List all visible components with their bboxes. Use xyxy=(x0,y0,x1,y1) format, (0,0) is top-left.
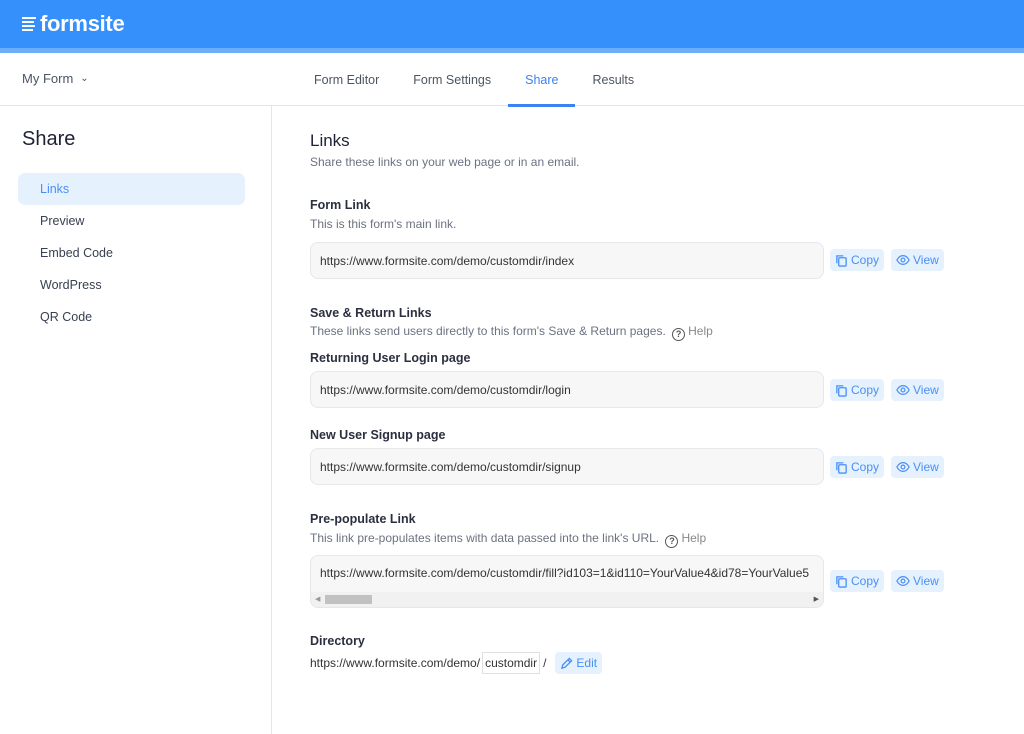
sidebar: Share Links Preview Embed Code WordPress… xyxy=(0,106,272,734)
copy-prepopulate-link-button[interactable]: Copy xyxy=(830,570,885,592)
view-label: View xyxy=(913,253,939,267)
signup-page-label: New User Signup page xyxy=(310,428,446,442)
prepopulate-link-value: https://www.formsite.com/demo/customdir/… xyxy=(320,566,810,580)
sub-navigation: My Form ⌄ Form Editor Form Settings Shar… xyxy=(0,53,1024,107)
form-link-desc: This is this form's main link. xyxy=(310,217,457,231)
logo-lines-icon xyxy=(22,17,36,31)
help-label: Help xyxy=(688,324,713,338)
eye-icon xyxy=(896,385,910,395)
save-return-help-link[interactable]: ? Help xyxy=(669,324,713,341)
login-link-field[interactable]: https://www.formsite.com/demo/customdir/… xyxy=(310,371,824,408)
prepopulate-link-field[interactable]: https://www.formsite.com/demo/customdir/… xyxy=(310,555,824,608)
page-title: Links xyxy=(310,131,350,150)
copy-label: Copy xyxy=(851,460,880,474)
chevron-down-icon: ⌄ xyxy=(80,73,89,84)
edit-label: Edit xyxy=(576,656,598,670)
sidebar-item-preview[interactable]: Preview xyxy=(18,205,245,237)
brand-name: formsite xyxy=(40,11,125,36)
horizontal-scrollbar[interactable]: ◀ ▶ xyxy=(311,592,823,607)
view-login-link-button[interactable]: View xyxy=(891,379,944,401)
eye-icon xyxy=(896,255,910,265)
form-link-label: Form Link xyxy=(310,198,371,212)
view-prepopulate-link-button[interactable]: View xyxy=(891,570,944,592)
help-label: Help xyxy=(681,531,707,545)
tab-form-settings[interactable]: Form Settings xyxy=(396,53,508,106)
scroll-left-arrow-icon[interactable]: ◀ xyxy=(315,595,320,603)
copy-label: Copy xyxy=(851,574,880,588)
page-subtitle: Share these links on your web page or in… xyxy=(310,155,580,169)
signup-link-field[interactable]: https://www.formsite.com/demo/customdir/… xyxy=(310,448,824,485)
sidebar-title: Share xyxy=(22,128,76,150)
tab-results[interactable]: Results xyxy=(575,53,651,106)
eye-icon xyxy=(896,462,910,472)
copy-login-link-button[interactable]: Copy xyxy=(830,379,885,401)
login-page-label: Returning User Login page xyxy=(310,351,471,365)
sidebar-item-links[interactable]: Links xyxy=(18,173,245,205)
copy-signup-link-button[interactable]: Copy xyxy=(830,456,885,478)
sidebar-item-embed-code[interactable]: Embed Code xyxy=(18,237,245,269)
prepopulate-help-link[interactable]: ? Help xyxy=(662,531,707,548)
prepopulate-label: Pre-populate Link xyxy=(310,512,416,526)
view-label: View xyxy=(913,460,939,474)
directory-input[interactable]: customdir xyxy=(482,652,541,674)
eye-icon xyxy=(896,576,910,586)
main-tabs: Form Editor Form Settings Share Results xyxy=(297,53,651,107)
sidebar-list: Links Preview Embed Code WordPress QR Co… xyxy=(18,173,245,333)
tab-share[interactable]: Share xyxy=(508,53,576,107)
copy-form-link-button[interactable]: Copy xyxy=(830,249,885,271)
directory-prefix: https://www.formsite.com/demo/ xyxy=(310,656,481,670)
sidebar-item-wordpress[interactable]: WordPress xyxy=(18,269,245,301)
copy-icon xyxy=(836,254,847,267)
top-bar: formsite xyxy=(0,0,1024,48)
save-return-label: Save & Return Links xyxy=(310,306,432,320)
prepopulate-desc: This link pre-populates items with data … xyxy=(310,531,706,548)
form-link-field[interactable]: https://www.formsite.com/demo/customdir/… xyxy=(310,242,824,279)
form-selector-label: My Form xyxy=(22,71,74,86)
form-selector-dropdown[interactable]: My Form ⌄ xyxy=(22,71,89,86)
directory-suffix: / xyxy=(543,656,547,670)
copy-label: Copy xyxy=(851,383,880,397)
copy-icon xyxy=(836,461,847,474)
help-icon: ? xyxy=(672,328,686,341)
prepopulate-desc-text: This link pre-populates items with data … xyxy=(310,531,660,545)
save-return-desc-text: These links send users directly to this … xyxy=(310,324,666,338)
pencil-icon xyxy=(561,656,573,669)
tab-form-editor[interactable]: Form Editor xyxy=(297,53,396,106)
help-icon: ? xyxy=(665,535,679,548)
scrollbar-thumb[interactable] xyxy=(325,595,372,604)
copy-label: Copy xyxy=(851,253,880,267)
copy-icon xyxy=(836,575,847,588)
view-signup-link-button[interactable]: View xyxy=(891,456,944,478)
scroll-right-arrow-icon[interactable]: ▶ xyxy=(814,595,819,603)
directory-label: Directory xyxy=(310,634,365,648)
view-form-link-button[interactable]: View xyxy=(891,249,944,271)
directory-row: https://www.formsite.com/demo/ customdir… xyxy=(310,652,603,674)
save-return-desc: These links send users directly to this … xyxy=(310,324,713,341)
formsite-logo[interactable]: formsite xyxy=(22,11,125,37)
sidebar-item-qr-code[interactable]: QR Code xyxy=(18,301,245,333)
edit-directory-button[interactable]: Edit xyxy=(555,652,603,674)
view-label: View xyxy=(913,383,939,397)
copy-icon xyxy=(836,384,847,397)
view-label: View xyxy=(913,574,939,588)
